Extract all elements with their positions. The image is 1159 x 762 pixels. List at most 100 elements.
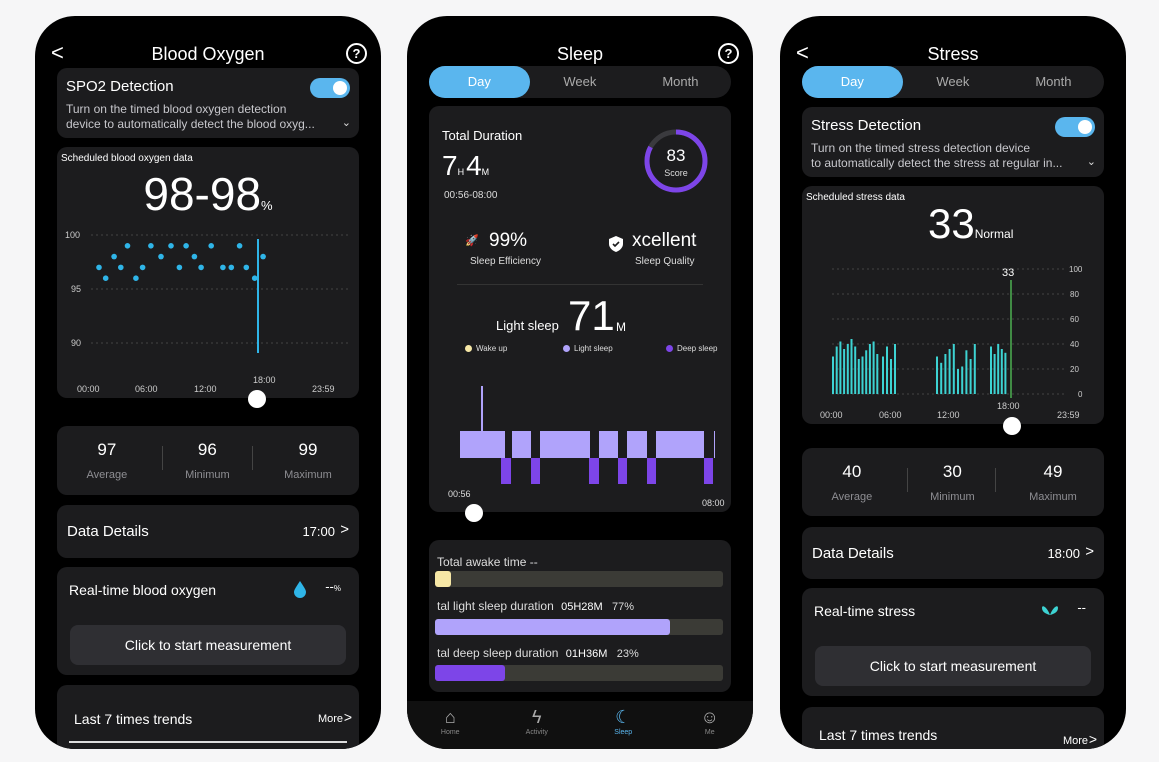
- person-icon: ☺: [700, 707, 719, 727]
- efficiency-label: Sleep Efficiency: [470, 256, 541, 267]
- cursor-value: 33: [1002, 267, 1014, 279]
- deep-sleep-segment: [647, 458, 656, 484]
- oxygen-stats-card: 97 Average 96 Minimum 99 Maximum: [57, 426, 359, 495]
- data-details-time: 17:00: [302, 524, 335, 539]
- chevron-down-icon[interactable]: ⌄: [342, 116, 351, 129]
- deep-sleep-segment: [704, 458, 713, 484]
- chevron-right-icon: >: [1088, 731, 1097, 747]
- chevron-down-icon[interactable]: ⌄: [1087, 155, 1096, 168]
- data-point: [176, 264, 183, 271]
- average-stat: 40 Average: [831, 462, 873, 503]
- y-tick: 100: [1069, 265, 1083, 274]
- data-point: [124, 243, 131, 249]
- tab-week[interactable]: Week: [530, 66, 631, 98]
- detection-title: Stress Detection: [811, 117, 922, 134]
- tab-day[interactable]: Day: [802, 66, 903, 98]
- stress-bar: [843, 349, 846, 394]
- score-label: Score: [664, 168, 688, 178]
- nav-me[interactable]: ☺ Me: [667, 705, 754, 736]
- chevron-right-icon: >: [1085, 543, 1094, 560]
- y-tick: 60: [1070, 315, 1079, 324]
- y-tick: 80: [1070, 290, 1079, 299]
- data-point: [148, 243, 154, 249]
- trends-row[interactable]: Last 7 times trends More >: [57, 685, 359, 749]
- tab-day[interactable]: Day: [429, 66, 530, 98]
- more-link[interactable]: More: [318, 713, 343, 725]
- moon-icon: ☾: [615, 707, 632, 727]
- timeline-slider-handle[interactable]: [1003, 417, 1021, 435]
- trends-label: Last 7 times trends: [74, 711, 193, 727]
- y-tick: 95: [71, 284, 81, 294]
- stress-detection-toggle[interactable]: [1055, 117, 1095, 137]
- nav-home[interactable]: ⌂ Home: [407, 705, 494, 736]
- stress-bar: [886, 346, 888, 394]
- stress-bar: [850, 339, 853, 394]
- detection-title: SPO2 Detection: [66, 78, 174, 95]
- total-duration-label: Total Duration: [442, 128, 523, 143]
- x-tick: 18:00: [997, 401, 1020, 411]
- y-tick: 100: [65, 230, 80, 240]
- timeline-slider-handle[interactable]: [465, 504, 483, 522]
- spo2-detection-toggle[interactable]: [310, 78, 350, 98]
- x-tick: 06:00: [879, 410, 902, 420]
- start-measurement-button[interactable]: Click to start measurement: [815, 646, 1091, 686]
- data-point: [191, 253, 198, 260]
- stress-bar: [965, 350, 968, 395]
- tab-month[interactable]: Month: [630, 66, 731, 98]
- sleep-score: 83: [666, 146, 686, 165]
- data-point: [198, 264, 204, 271]
- nav-sleep[interactable]: ☾ Sleep: [580, 705, 667, 736]
- stress-screen: < Stress Day Week Month Stress Detection…: [780, 16, 1126, 749]
- rocket-icon: 🚀: [465, 235, 479, 247]
- oxygen-scatter-chart: 100 95 90 00:00 06:00 12:00 18:00 23:59: [65, 230, 349, 394]
- data-details-label: Data Details: [67, 523, 149, 540]
- light-sleep-segment: [627, 431, 647, 458]
- stress-bar: [846, 344, 849, 394]
- back-icon[interactable]: <: [796, 40, 809, 66]
- x-tick: 00:00: [77, 384, 100, 394]
- legend-light: Light sleep: [563, 344, 613, 353]
- duration-range: 00:56-08:00: [444, 190, 498, 201]
- start-measurement-button[interactable]: Click to start measurement: [70, 625, 346, 665]
- help-icon[interactable]: ?: [346, 43, 367, 64]
- x-tick: 23:59: [312, 384, 335, 394]
- realtime-value: --%: [325, 579, 341, 594]
- sleep-durations-card: Total awake time -- tal light sleep dura…: [429, 540, 731, 692]
- awake-bar: [435, 571, 723, 587]
- scheduled-oxygen-chart-card: Scheduled blood oxygen data 98-98% 100 9…: [57, 147, 359, 398]
- stress-bar: [973, 344, 976, 394]
- sleep-stages-chart: [460, 386, 715, 484]
- data-details-row[interactable]: Data Details 17:00 >: [57, 505, 359, 558]
- y-tick: 40: [1070, 340, 1079, 349]
- sleep-end-time: 08:00: [702, 498, 725, 508]
- stage-value: 71: [568, 292, 615, 339]
- average-stat: 97 Average: [86, 440, 128, 481]
- stress-bar: [944, 354, 947, 394]
- trends-row[interactable]: Last 7 times trends More >: [802, 707, 1104, 749]
- stage-unit: M: [616, 320, 626, 334]
- nav-activity[interactable]: ϟ Activity: [494, 705, 581, 736]
- home-icon: ⌂: [444, 707, 456, 727]
- data-point: [208, 243, 214, 249]
- stress-bar: [865, 350, 868, 395]
- timeline-slider-handle[interactable]: [248, 390, 266, 408]
- tab-week[interactable]: Week: [903, 66, 1004, 98]
- legend-deep: Deep sleep: [666, 344, 717, 353]
- header: < Stress: [780, 40, 1126, 68]
- more-link[interactable]: More: [1063, 735, 1088, 747]
- data-details-row[interactable]: Data Details 18:00 >: [802, 527, 1104, 579]
- x-tick: 00:00: [820, 410, 843, 420]
- sleep-screen: Sleep ? Day Week Month Total Duration 7H…: [407, 16, 753, 749]
- tab-month[interactable]: Month: [1003, 66, 1104, 98]
- x-tick: 18:00: [253, 375, 276, 385]
- realtime-label: Real-time stress: [814, 603, 916, 619]
- deep-duration-bar: [435, 665, 723, 681]
- shield-icon: [609, 236, 623, 252]
- page-title: Blood Oxygen: [151, 44, 265, 64]
- detection-description: Turn on the timed stress detection devic…: [811, 141, 1063, 170]
- realtime-oxygen-card: Real-time blood oxygen --% Click to star…: [57, 567, 359, 675]
- stress-bar: [876, 354, 879, 394]
- help-icon[interactable]: ?: [718, 43, 739, 64]
- back-icon[interactable]: <: [51, 40, 64, 66]
- butterfly-icon: [1042, 606, 1058, 615]
